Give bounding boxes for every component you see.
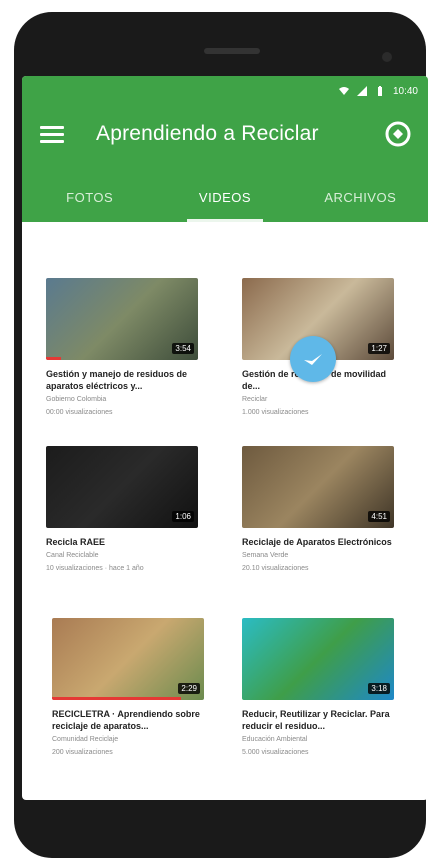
video-card[interactable]: 2:29 RECICLETRA · Aprendiendo sobre recic…	[52, 618, 204, 758]
video-channel: Canal Reciclable	[46, 552, 99, 559]
video-thumbnail[interactable]: 3:18	[242, 618, 394, 700]
video-channel: Comunidad Reciclaje	[52, 736, 119, 743]
video-meta: 200 visualizaciones	[52, 749, 113, 756]
video-title[interactable]: Recicla RAEE	[46, 536, 198, 548]
video-channel: Semana Verde	[242, 552, 289, 559]
watch-progress-bar	[52, 697, 182, 700]
video-duration: 3:54	[172, 343, 194, 354]
video-duration: 2:29	[178, 683, 200, 694]
video-card[interactable]: 3:18 Reducir, Reutilizar y Reciclar. Para…	[242, 618, 394, 758]
tab-archivos[interactable]: ARCHIVOS	[293, 172, 428, 222]
video-title[interactable]: Gestión y manejo de residuos de aparatos…	[46, 368, 198, 392]
video-card[interactable]: 3:54 Gestión y manejo de residuos de apar…	[46, 278, 198, 418]
video-card[interactable]: 4:51 Reciclaje de Aparatos Electrónicos Se…	[242, 446, 394, 574]
video-thumbnail[interactable]: 4:51	[242, 446, 394, 528]
play-overlay-icon[interactable]	[290, 336, 336, 382]
video-title[interactable]: Reducir, Reutilizar y Reciclar. Para red…	[242, 708, 394, 732]
video-duration: 3:18	[368, 683, 390, 694]
app-bar: 10:40 Aprendiendo a Reciclar FOTOS VIDEO…	[22, 76, 428, 222]
video-title[interactable]: RECICLETRA · Aprendiendo sobre reciclaje…	[52, 708, 204, 732]
tab-fotos[interactable]: FOTOS	[22, 172, 157, 222]
wifi-icon	[338, 87, 349, 95]
video-meta: 00:00 visualizaciones	[46, 409, 113, 416]
video-duration: 1:06	[172, 511, 194, 522]
video-meta: 1.000 visualizaciones	[242, 409, 309, 416]
front-camera	[382, 52, 392, 62]
app-title: Aprendiendo a Reciclar	[96, 122, 319, 145]
battery-icon	[377, 86, 382, 96]
video-thumbnail[interactable]: 2:29	[52, 618, 204, 700]
video-title[interactable]: Reciclaje de Aparatos Electrónicos	[242, 536, 394, 548]
menu-icon[interactable]	[40, 126, 64, 144]
tab-videos[interactable]: VIDEOS	[157, 172, 292, 222]
tab-bar: FOTOS VIDEOS ARCHIVOS	[22, 172, 428, 222]
app-screen: 10:40 Aprendiendo a Reciclar FOTOS VIDEO…	[22, 76, 428, 800]
status-time: 10:40	[392, 85, 418, 97]
video-card[interactable]: 1:06 Recicla RAEE Canal Reciclable 10 visua…	[46, 446, 198, 574]
video-meta: 10 visualizaciones · hace 1 año	[46, 565, 144, 572]
video-thumbnail[interactable]: 3:54	[46, 278, 198, 360]
navigation-bar	[20, 806, 420, 850]
video-grid: 3:54 Gestión y manejo de residuos de apar…	[22, 222, 428, 800]
video-duration: 1:27	[368, 343, 390, 354]
video-meta: 20.10 visualizaciones	[242, 565, 309, 572]
video-thumbnail[interactable]: 1:06	[46, 446, 198, 528]
video-duration: 4:51	[368, 511, 390, 522]
status-bar: 10:40	[338, 82, 418, 100]
globe-refresh-icon[interactable]	[384, 120, 412, 148]
video-channel: Reciclar	[242, 396, 268, 403]
video-channel: Gobierno Colombia	[46, 396, 107, 403]
speaker-grille	[204, 48, 260, 54]
signal-icon	[356, 86, 367, 96]
video-channel: Educación Ambiental	[242, 736, 308, 743]
watch-progress-bar	[46, 357, 62, 360]
video-meta: 5.000 visualizaciones	[242, 749, 309, 756]
